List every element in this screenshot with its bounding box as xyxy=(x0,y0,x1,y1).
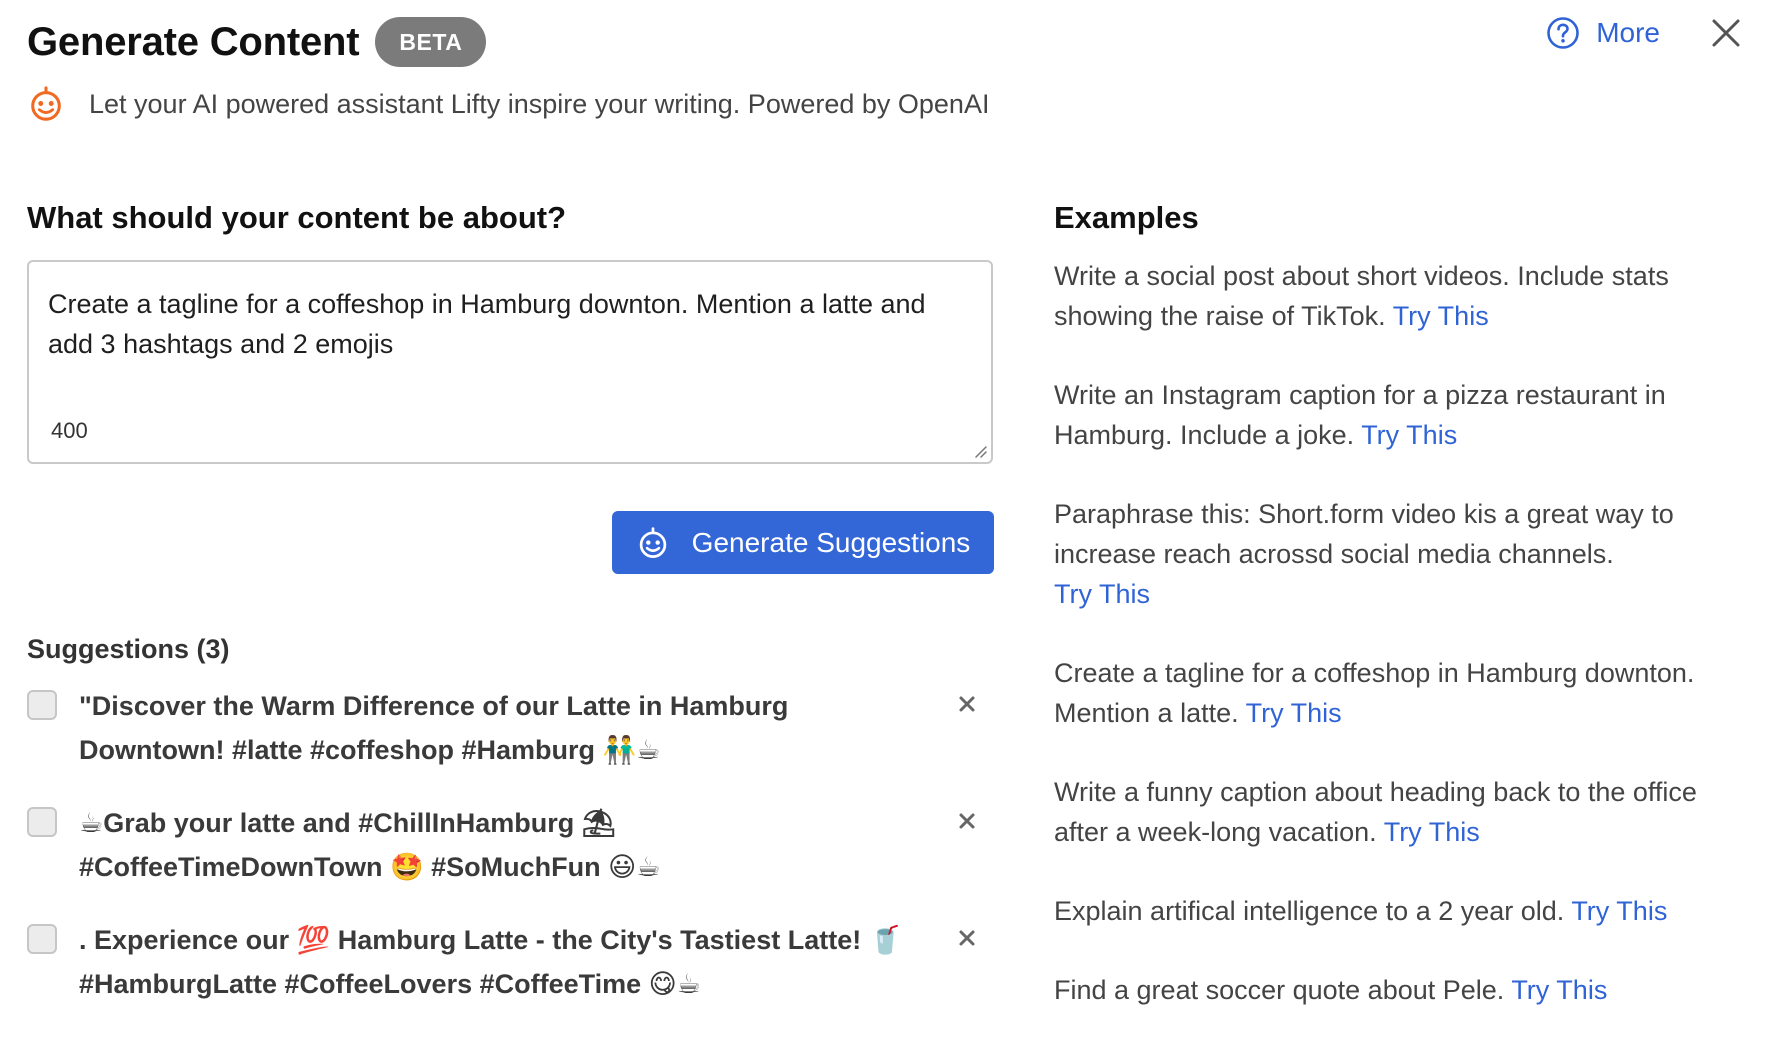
try-this-link[interactable]: Try This xyxy=(1054,579,1150,609)
lifty-robot-icon xyxy=(31,86,61,121)
example-text: Create a tagline for a coffeshop in Hamb… xyxy=(1054,658,1695,728)
resize-handle-icon[interactable] xyxy=(973,444,987,458)
suggestion-checkbox[interactable] xyxy=(27,807,57,837)
subtitle-row: Let your AI powered assistant Lifty insp… xyxy=(27,82,1772,126)
example-item: Paraphrase this: Short.form video kis a … xyxy=(1054,494,1744,614)
top-actions: More xyxy=(1546,16,1742,50)
title-row: Generate Content BETA xyxy=(27,14,1772,70)
more-button[interactable]: More xyxy=(1546,16,1660,50)
prompt-textarea[interactable]: Create a tagline for a coffeshop in Hamb… xyxy=(27,260,993,464)
more-label: More xyxy=(1596,17,1660,48)
suggestions-list: "Discover the Warm Difference of our Lat… xyxy=(27,684,995,1035)
lifty-robot-icon xyxy=(639,526,666,558)
example-text: Write an Instagram caption for a pizza r… xyxy=(1054,380,1666,450)
example-text: Find a great soccer quote about Pele. xyxy=(1054,975,1505,1005)
suggestion-item: ☕Grab your latte and #ChillInHamburg ⛱ #… xyxy=(27,801,995,918)
example-text: Paraphrase this: Short.form video kis a … xyxy=(1054,499,1674,569)
suggestions-heading: Suggestions (3) xyxy=(27,634,230,664)
prompt-column: What should your content be about? Creat… xyxy=(27,196,995,999)
page-title: Generate Content xyxy=(27,19,360,64)
try-this-link[interactable]: Try This xyxy=(1571,896,1667,926)
remove-suggestion-icon[interactable] xyxy=(957,694,977,714)
header: Generate Content BETA Let your AI powere… xyxy=(27,14,1772,124)
suggestion-text: "Discover the Warm Difference of our Lat… xyxy=(79,691,789,765)
suggestion-checkbox[interactable] xyxy=(27,924,57,954)
try-this-link[interactable]: Try This xyxy=(1246,698,1342,728)
example-item: Explain artifical intelligence to a 2 ye… xyxy=(1054,891,1744,931)
example-item: Create a tagline for a coffeshop in Hamb… xyxy=(1054,653,1744,733)
try-this-link[interactable]: Try This xyxy=(1511,975,1607,1005)
suggestion-text: ☕Grab your latte and #ChillInHamburg ⛱ #… xyxy=(79,808,661,882)
suggestion-item: "Discover the Warm Difference of our Lat… xyxy=(27,684,995,801)
close-icon[interactable] xyxy=(1710,17,1742,49)
char-count: 400 xyxy=(51,418,88,443)
question-circle-icon xyxy=(1547,17,1580,49)
examples-heading: Examples xyxy=(1054,200,1199,235)
suggestion-text: . Experience our 💯 Hamburg Latte - the C… xyxy=(79,925,903,999)
generate-label: Generate Suggestions xyxy=(691,526,971,558)
example-text: Write a funny caption about heading back… xyxy=(1054,777,1697,847)
prompt-heading: What should your content be about? xyxy=(27,200,567,235)
suggestion-checkbox[interactable] xyxy=(27,690,57,720)
generate-suggestions-button[interactable]: Generate Suggestions xyxy=(612,511,994,574)
try-this-link[interactable]: Try This xyxy=(1393,301,1489,331)
try-this-link[interactable]: Try This xyxy=(1384,817,1480,847)
example-item: Write a funny caption about heading back… xyxy=(1054,772,1744,852)
try-this-link[interactable]: Try This xyxy=(1361,420,1457,450)
remove-suggestion-icon[interactable] xyxy=(957,811,977,831)
example-text: Explain artifical intelligence to a 2 ye… xyxy=(1054,896,1565,926)
remove-suggestion-icon[interactable] xyxy=(957,928,977,948)
example-item: Find a great soccer quote about Pele. Tr… xyxy=(1054,970,1744,1010)
example-item: Write a social post about short videos. … xyxy=(1054,256,1744,336)
prompt-text[interactable]: Create a tagline for a coffeshop in Hamb… xyxy=(48,284,951,364)
suggestion-item: . Experience our 💯 Hamburg Latte - the C… xyxy=(27,918,995,1035)
example-text: Write a social post about short videos. … xyxy=(1054,261,1669,331)
beta-badge: BETA xyxy=(375,17,487,67)
subtitle: Let your AI powered assistant Lifty insp… xyxy=(89,88,990,119)
examples-column: Examples Write a social post about short… xyxy=(1054,196,1754,1005)
example-item: Write an Instagram caption for a pizza r… xyxy=(1054,375,1744,455)
